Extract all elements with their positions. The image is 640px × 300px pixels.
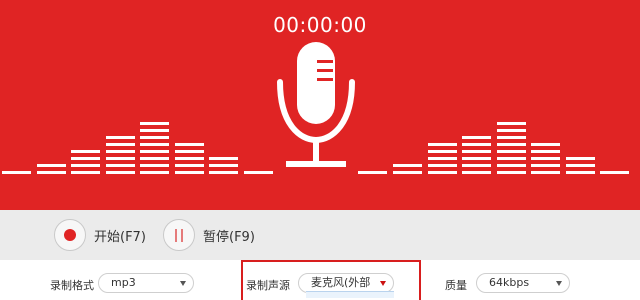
meter-bar-left-4	[106, 136, 135, 174]
meter-bar-left-5	[140, 122, 169, 174]
meter-bar-right-2	[393, 164, 422, 174]
start-label: 开始(F7)	[94, 229, 146, 245]
meter-bar-left-8	[244, 171, 273, 174]
meter-bar-left-1	[2, 171, 31, 174]
meter-bar-right-3	[428, 143, 457, 174]
meter-bar-right-5	[497, 122, 526, 174]
meter-bar-right-7	[566, 157, 595, 174]
start-button[interactable]: 开始(F7)	[54, 218, 146, 252]
meter-bar-right-8	[600, 171, 629, 174]
meter-bar-left-3	[71, 150, 100, 174]
recorder-panel: 00:00:00	[0, 0, 640, 210]
quality-value: 64kbps	[489, 276, 530, 289]
meter-bar-right-4	[462, 136, 491, 174]
format-select[interactable]: mp3	[98, 273, 194, 293]
pause-icon	[163, 219, 195, 251]
format-value: mp3	[111, 276, 136, 289]
meter-bar-left-6	[175, 143, 204, 174]
microphone-icon	[277, 42, 355, 167]
record-icon	[54, 219, 86, 251]
control-bar: 开始(F7) 暂停(F9)	[0, 210, 640, 260]
pause-button[interactable]: 暂停(F9)	[163, 218, 255, 252]
pause-label: 暂停(F9)	[203, 229, 255, 245]
chevron-down-icon	[180, 281, 186, 286]
meter-bar-right-6	[531, 143, 560, 174]
meter-bar-right-1	[358, 171, 387, 174]
quality-select[interactable]: 64kbps	[476, 273, 570, 293]
format-label: 录制格式	[50, 279, 94, 292]
chevron-down-icon	[556, 281, 562, 286]
quality-label: 质量	[445, 279, 467, 292]
meter-bar-left-7	[209, 157, 238, 174]
meter-bar-left-2	[37, 164, 66, 174]
